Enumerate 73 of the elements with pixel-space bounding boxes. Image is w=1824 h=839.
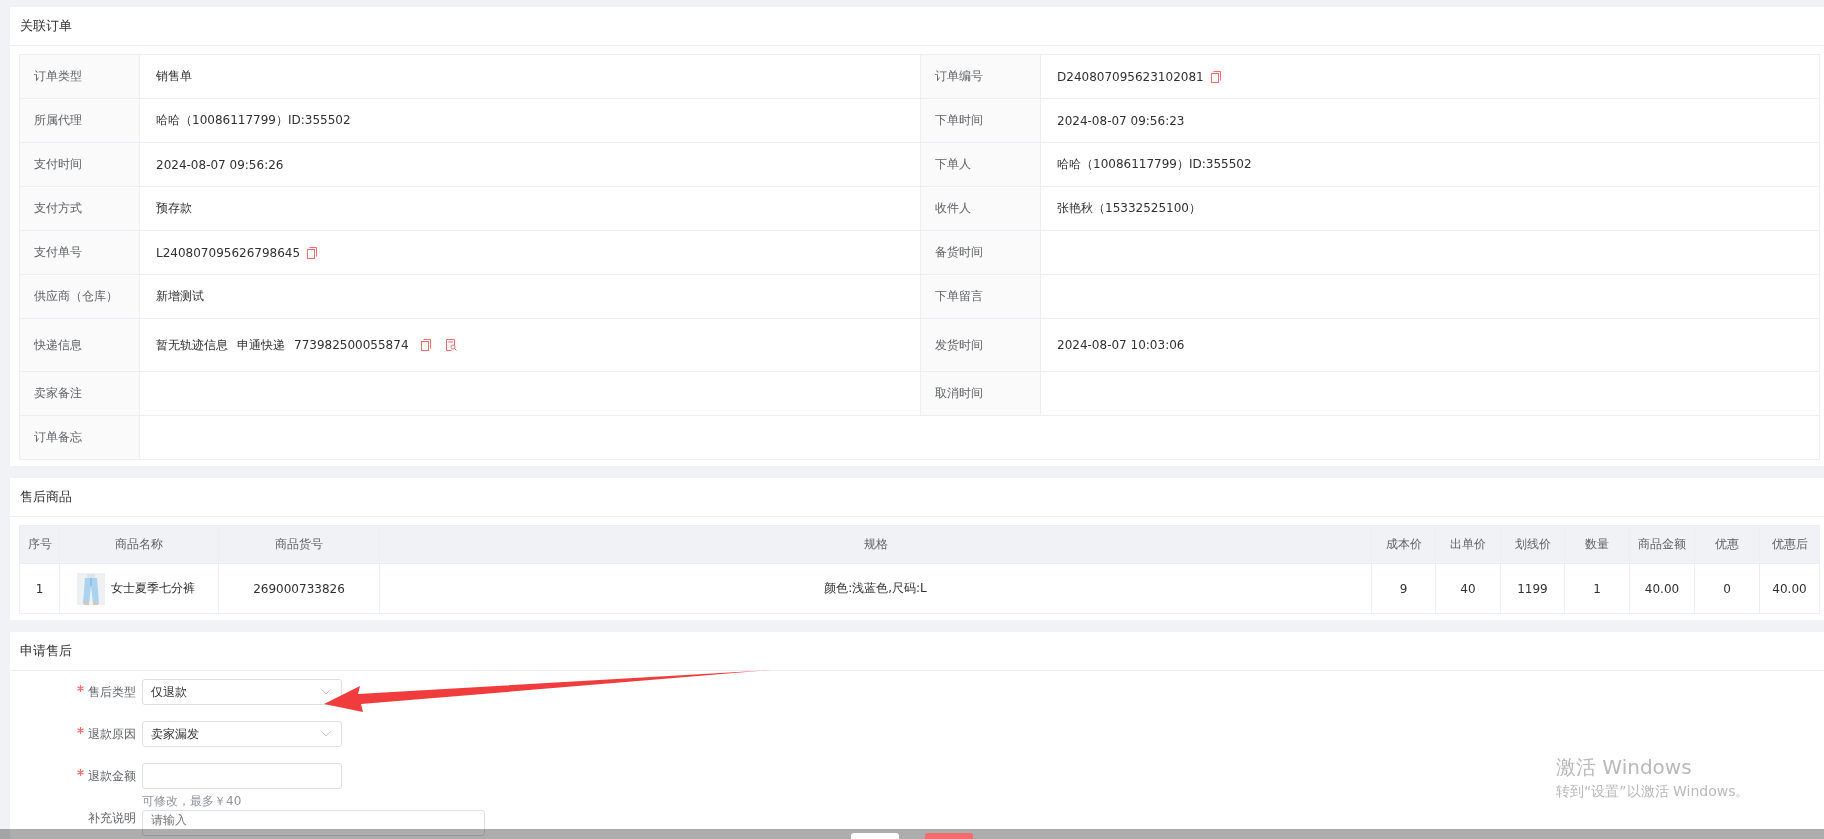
field-label: 支付时间 xyxy=(20,143,140,187)
field-value: 申通快递 xyxy=(237,336,285,354)
column-header: 划线价 xyxy=(1501,526,1565,564)
table-cell: 颜色:浅蓝色,尺码:L xyxy=(380,564,1372,614)
chevron-down-icon xyxy=(321,731,331,737)
table-cell: 1 xyxy=(20,564,60,614)
section-title: 申请售后 xyxy=(20,642,72,660)
column-header: 优惠 xyxy=(1695,526,1760,564)
field-label: 订单备忘 xyxy=(20,416,140,460)
table-cell: 40.00 xyxy=(1630,564,1695,614)
field-value: 销售单 xyxy=(140,55,921,99)
field-value: 哈哈（10086117799）ID:355502 xyxy=(1041,143,1820,187)
section-title: 关联订单 xyxy=(20,17,72,35)
field-value: 773982500055874 xyxy=(294,338,409,352)
field-value: 暂无轨迹信息 xyxy=(156,336,228,354)
activation-text: 转到“设置”以激活 Windows。 xyxy=(1556,783,1750,801)
field-label: 下单时间 xyxy=(921,99,1041,143)
column-header: 成本价 xyxy=(1372,526,1436,564)
copy-icon[interactable] xyxy=(420,339,431,351)
hint-text: 可修改，最多￥40 xyxy=(142,793,243,810)
field-label: 发货时间 xyxy=(921,319,1041,372)
text-area[interactable]: 请输入 xyxy=(142,810,485,836)
column-header: 商品金额 xyxy=(1630,526,1695,564)
activation-title: 激活 Windows xyxy=(1556,754,1693,781)
product-name: 女士夏季七分裤 xyxy=(111,580,195,597)
field-value: D240807095623102081 xyxy=(1057,69,1204,84)
table-cell: 1199 xyxy=(1501,564,1565,614)
copy-icon[interactable] xyxy=(1210,70,1221,83)
column-header: 数量 xyxy=(1565,526,1630,564)
form-label: 退款原因 xyxy=(88,727,136,741)
section-title: 售后商品 xyxy=(20,488,72,506)
field-value: 2024-08-07 10:03:06 xyxy=(1041,319,1820,372)
table-cell: 40.00 xyxy=(1760,564,1820,614)
field-label: 下单人 xyxy=(921,143,1041,187)
field-label: 支付单号 xyxy=(20,231,140,275)
column-header: 出单价 xyxy=(1436,526,1501,564)
copy-icon[interactable] xyxy=(307,246,318,259)
field-label: 卖家备注 xyxy=(20,372,140,416)
column-header: 优惠后 xyxy=(1760,526,1820,564)
field-label: 备货时间 xyxy=(921,231,1041,275)
field-label: 取消时间 xyxy=(921,372,1041,416)
form-label: 补充说明 xyxy=(88,811,136,825)
table-cell: 0 xyxy=(1695,564,1760,614)
table-cell: 9 xyxy=(1372,564,1436,614)
select-field[interactable]: 卖家漏发 xyxy=(142,721,342,747)
field-label: 下单留言 xyxy=(921,275,1041,319)
table-cell: 1 xyxy=(1565,564,1630,614)
column-header: 商品名称 xyxy=(60,526,219,564)
field-label: 订单编号 xyxy=(921,55,1041,99)
chevron-down-icon xyxy=(321,689,331,695)
field-label: 收件人 xyxy=(921,187,1041,231)
field-label: 所属代理 xyxy=(20,99,140,143)
field-value: 张艳秋（15332525100） xyxy=(1041,187,1820,231)
field-value: 预存款 xyxy=(140,187,921,231)
table-cell: 40 xyxy=(1436,564,1501,614)
field-label: 订单类型 xyxy=(20,55,140,99)
field-value: 哈哈（10086117799）ID:355502 xyxy=(140,99,921,143)
field-value: 新增测试 xyxy=(140,275,921,319)
document-search-icon[interactable] xyxy=(445,339,457,351)
field-label: 供应商（仓库） xyxy=(20,275,140,319)
column-header: 序号 xyxy=(20,526,60,564)
form-label: 售后类型 xyxy=(88,685,136,699)
field-value: 2024-08-07 09:56:23 xyxy=(1041,99,1820,143)
field-label: 快递信息 xyxy=(20,319,140,372)
field-value: 2024-08-07 09:56:26 xyxy=(140,143,921,187)
select-field[interactable]: 仅退款 xyxy=(142,679,342,705)
field-value: L240807095626798645 xyxy=(156,245,301,260)
field-label: 支付方式 xyxy=(20,187,140,231)
table-cell: 269000733826 xyxy=(219,564,380,614)
form-label: 退款金额 xyxy=(88,769,136,783)
column-header: 规格 xyxy=(380,526,1372,564)
column-header: 商品货号 xyxy=(219,526,380,564)
input-field[interactable] xyxy=(142,763,342,789)
